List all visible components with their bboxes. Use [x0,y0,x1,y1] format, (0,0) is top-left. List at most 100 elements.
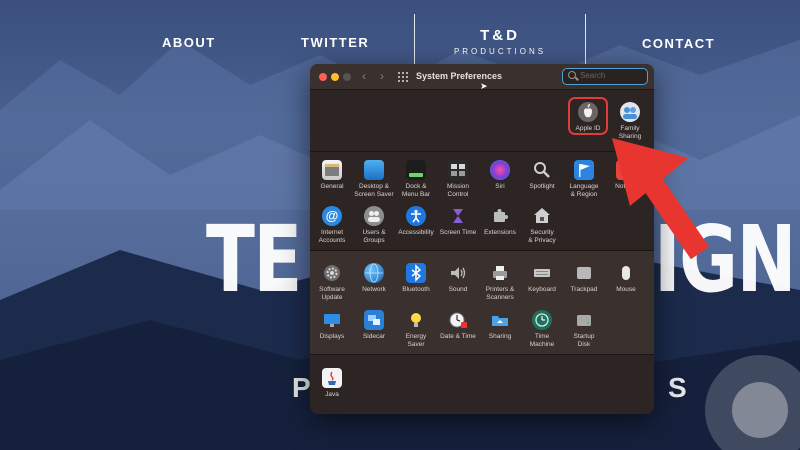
at-icon: @ [322,206,342,226]
pane-keyboard[interactable]: Keyboard [520,263,564,294]
pane-sidecar[interactable]: Sidecar [352,310,396,341]
disk-icon [574,310,594,330]
pane-label: Mission Control [446,183,470,198]
pane-label: Internet Accounts [318,229,346,244]
globe-icon [364,263,384,283]
logo-title: T&D [480,27,520,44]
time-machine-icon [532,310,552,330]
flag-icon [574,160,594,180]
pane-label: Printers & Scanners [485,286,515,301]
pane-label: Displays [319,333,345,340]
desktop-icon [364,160,384,180]
minimize-button[interactable] [331,73,339,81]
pane-label: Users & Groups [362,229,386,244]
pane-label: Siri [495,183,505,190]
pane-accessibility[interactable]: Accessibility [394,206,438,237]
pane-mission-control[interactable]: Mission Control [436,160,480,198]
site-logo[interactable]: T&D PRODUCTIONS [414,14,586,68]
hero-subtitle-right: S [668,372,693,403]
speaker-icon [448,263,468,283]
pane-users-groups[interactable]: Users & Groups [352,206,396,244]
accessibility-icon [406,206,426,226]
pane-java[interactable]: Java [310,368,354,399]
clock-icon [448,310,468,330]
pane-date-time[interactable]: Date & Time [436,310,480,341]
pane-label: Screen Time [439,229,477,236]
pane-internet-accounts[interactable]: @ Internet Accounts [310,206,354,244]
nav-contact-link[interactable]: CONTACT [642,36,715,51]
pane-extensions[interactable]: Extensions [478,206,522,237]
pane-label: Sound [448,286,468,293]
pane-screen-time[interactable]: Screen Time [436,206,480,237]
trackpad-icon [574,263,594,283]
lightbulb-icon [406,310,426,330]
pane-dock-menu-bar[interactable]: Dock & Menu Bar [394,160,438,198]
pane-siri[interactable]: Siri [478,160,522,191]
siri-icon [490,160,510,180]
pane-label: Network [362,286,386,293]
search-icon [568,71,576,79]
sidecar-icon [364,310,384,330]
pane-printers-scanners[interactable]: Printers & Scanners [478,263,522,301]
zoom-button[interactable] [343,73,351,81]
section-divider [310,354,654,355]
keyboard-icon [532,263,552,283]
pane-label: Startup Disk [573,333,595,348]
forward-arrow-icon[interactable]: › [380,69,384,83]
users-icon [364,206,384,226]
pane-general[interactable]: General [310,160,354,191]
title-bar: ‹ › System Preferences ➤ Search [310,64,654,91]
pane-label: Date & Time [440,333,476,340]
pane-bluetooth[interactable]: Bluetooth [394,263,438,294]
pane-label: Spotlight [529,183,555,190]
pane-software-update[interactable]: Software Update [310,263,354,301]
pane-label: Mouse [616,286,636,293]
window-title: System Preferences [416,71,503,81]
pane-label: Dock & Menu Bar [401,183,431,198]
pane-spotlight[interactable]: Spotlight [520,160,564,191]
mouse-cursor-icon: ➤ [480,81,488,91]
pane-label: Java [325,391,339,398]
folder-share-icon [490,310,510,330]
pane-label: General [320,183,344,190]
pane-time-machine[interactable]: Time Machine [520,310,564,348]
pane-startup-disk[interactable]: Startup Disk [562,310,606,348]
pane-security-privacy[interactable]: Security & Privacy [520,206,564,244]
search-placeholder: Search [580,71,606,80]
apple-logo-icon [578,102,598,122]
pane-label: Extensions [484,229,516,236]
pane-label: Software Update [319,286,345,301]
pane-sharing[interactable]: Sharing [478,310,522,341]
pane-sound[interactable]: Sound [436,263,480,294]
red-arrow-icon [612,138,710,260]
hourglass-icon [448,206,468,226]
pane-label: Energy Saver [405,333,427,348]
back-arrow-icon[interactable]: ‹ [362,69,366,83]
pane-label: Security & Privacy [528,229,556,244]
dock-icon [406,160,426,180]
pane-label: Bluetooth [402,286,430,293]
hero-title-left: TE [206,206,302,313]
nav-twitter-link[interactable]: TWITTER [301,35,369,50]
nav-about-link[interactable]: ABOUT [162,35,216,50]
pane-energy-saver[interactable]: Energy Saver [394,310,438,348]
pane-desktop-screen-saver[interactable]: Desktop & Screen Saver [352,160,396,198]
pane-label: Sharing [488,333,512,340]
gear-icon [322,263,342,283]
show-all-grid-icon[interactable] [398,72,408,82]
general-icon [322,160,342,180]
pane-label: Time Machine [529,333,555,348]
logo-subtitle: PRODUCTIONS [453,47,547,56]
search-field[interactable]: Search [562,68,648,85]
pane-label: Sidecar [362,333,386,340]
pane-network[interactable]: Network [352,263,396,294]
puzzle-icon [490,206,510,226]
bluetooth-icon [406,263,426,283]
close-button[interactable] [319,73,327,81]
house-lock-icon [532,206,552,226]
pane-label: Desktop & Screen Saver [354,183,394,198]
pane-displays[interactable]: Displays [310,310,354,341]
mission-control-icon [448,160,468,180]
java-icon [322,368,342,388]
display-icon [322,310,342,330]
